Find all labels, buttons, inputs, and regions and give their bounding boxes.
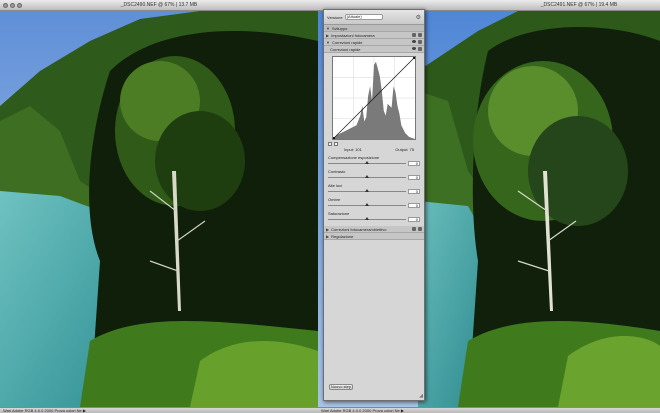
slider-exposure-thumb[interactable]: [365, 161, 370, 164]
slider-highlights-value[interactable]: 0: [408, 189, 420, 194]
section-sviluppo[interactable]: ▼ Sviluppo: [324, 25, 424, 32]
slider-contrast: Contrasto 0: [324, 169, 424, 180]
resize-handle-icon[interactable]: ◢: [419, 393, 423, 399]
subsection-correzioni-label: Correzioni rapide: [330, 46, 361, 52]
slider-exposure: Compensazione esposizione 0: [324, 155, 424, 166]
slider-saturation-thumb[interactable]: [365, 217, 370, 220]
checkbox-icon[interactable]: [418, 33, 422, 37]
slider-exposure-track[interactable]: [328, 161, 406, 164]
reset-icon[interactable]: [412, 33, 416, 37]
slider-shadows-track[interactable]: [328, 203, 406, 206]
slider-contrast-thumb[interactable]: [365, 175, 370, 178]
zoom-window-button[interactable]: [17, 3, 22, 8]
slider-contrast-track[interactable]: [328, 175, 406, 178]
panel-header: Versione (Attuale) ⚙: [324, 10, 424, 25]
slider-highlights-label: Alte luci: [328, 183, 343, 188]
histogram-graph: [333, 57, 415, 139]
section-correzioni-rapide[interactable]: ▼ Correzioni rapide: [324, 39, 424, 46]
slider-highlights-track[interactable]: [328, 189, 406, 192]
disclosure-triangle-icon[interactable]: ▼: [326, 26, 330, 31]
section-sviluppo-label: Sviluppo: [331, 25, 348, 31]
left-window-titlebar[interactable]: _DSC2490.NEF @ 67% | 13.7 MB: [0, 0, 318, 11]
slider-shadows-label: Ombre: [328, 197, 341, 202]
slider-shadows-thumb[interactable]: [365, 203, 370, 206]
window-controls: [3, 3, 22, 8]
slider-contrast-label: Contrasto: [328, 169, 346, 174]
slider-highlights-thumb[interactable]: [365, 189, 370, 192]
slider-highlights: Alte luci 0: [324, 183, 424, 194]
slider-saturation-track[interactable]: [328, 217, 406, 220]
eyedropper-white-icon[interactable]: [334, 142, 338, 146]
minimize-window-button[interactable]: [10, 3, 15, 8]
curves-histogram[interactable]: [332, 56, 416, 140]
disclosure-triangle-icon[interactable]: ▶: [326, 234, 329, 239]
section-impostazioni-fotocamera[interactable]: ▶ Impostazioni fotocamera: [324, 32, 424, 39]
checkbox-icon[interactable]: [418, 47, 422, 51]
input-label: Input:: [344, 147, 355, 152]
right-window-title: _DSC2491.NEF @ 67% | 19.4 MB: [540, 2, 618, 8]
slider-saturation-label: Saturazione: [328, 211, 350, 216]
subsection-correzioni-rapide[interactable]: Correzioni rapide: [324, 46, 424, 53]
slider-shadows-value[interactable]: 0: [408, 203, 420, 208]
slider-exposure-value[interactable]: 0: [408, 161, 420, 166]
slider-saturation-value[interactable]: 0: [408, 217, 420, 222]
eye-icon[interactable]: [412, 47, 416, 50]
adjustment-panel[interactable]: Versione (Attuale) ⚙ ▼ Sviluppo ▶ Impost…: [323, 9, 425, 401]
section-compensazione-label: Correzioni fotocamera/obiettivo: [331, 226, 387, 232]
section-correzioni-label: Correzioni rapide: [331, 39, 363, 45]
left-photo-canvas[interactable]: [0, 11, 318, 407]
input-output-row: Input: 101 Output: 75: [324, 147, 424, 152]
reset-icon[interactable]: [412, 227, 416, 231]
slider-shadows: Ombre 0: [324, 197, 424, 208]
version-label: Versione: [327, 14, 343, 20]
section-impostazioni-label: Impostazioni fotocamera: [331, 32, 375, 38]
output-value: 75: [409, 147, 414, 152]
disclosure-triangle-icon[interactable]: ▶: [326, 33, 329, 38]
section-compensazione[interactable]: ▶ Correzioni fotocamera/obiettivo: [324, 226, 424, 233]
gear-icon[interactable]: ⚙: [416, 14, 421, 21]
slider-contrast-value[interactable]: 0: [408, 175, 420, 180]
disclosure-triangle-icon[interactable]: ▼: [326, 40, 330, 45]
right-window-statusbar: Wari Adobe RGB 4.0.0 2000 Prova colori N…: [318, 407, 660, 413]
output-label: Output:: [395, 147, 409, 152]
new-step-button[interactable]: Nuovo step: [329, 384, 353, 390]
left-window-statusbar: Wari Adobe RGB 4.0.0 2000 Prova colori N…: [0, 407, 318, 413]
version-select[interactable]: (Attuale): [344, 14, 383, 20]
section-regolazione[interactable]: ▶ Regolazione: [324, 233, 424, 240]
left-window-title: _DSC2490.NEF @ 67% | 13.7 MB: [120, 2, 198, 8]
input-value: 101: [355, 147, 362, 152]
slider-saturation: Saturazione 0: [324, 211, 424, 222]
close-window-button[interactable]: [3, 3, 8, 8]
checkbox-icon[interactable]: [418, 40, 422, 44]
eyedropper-black-icon[interactable]: [328, 142, 332, 146]
slider-exposure-label: Compensazione esposizione: [328, 155, 380, 160]
section-regolazione-label: Regolazione: [331, 233, 354, 239]
disclosure-triangle-icon[interactable]: ▶: [326, 227, 329, 232]
landscape-photo-left: [0, 11, 318, 407]
curve-tools: [328, 142, 424, 146]
eye-icon[interactable]: [412, 40, 416, 43]
checkbox-icon[interactable]: [418, 227, 422, 231]
